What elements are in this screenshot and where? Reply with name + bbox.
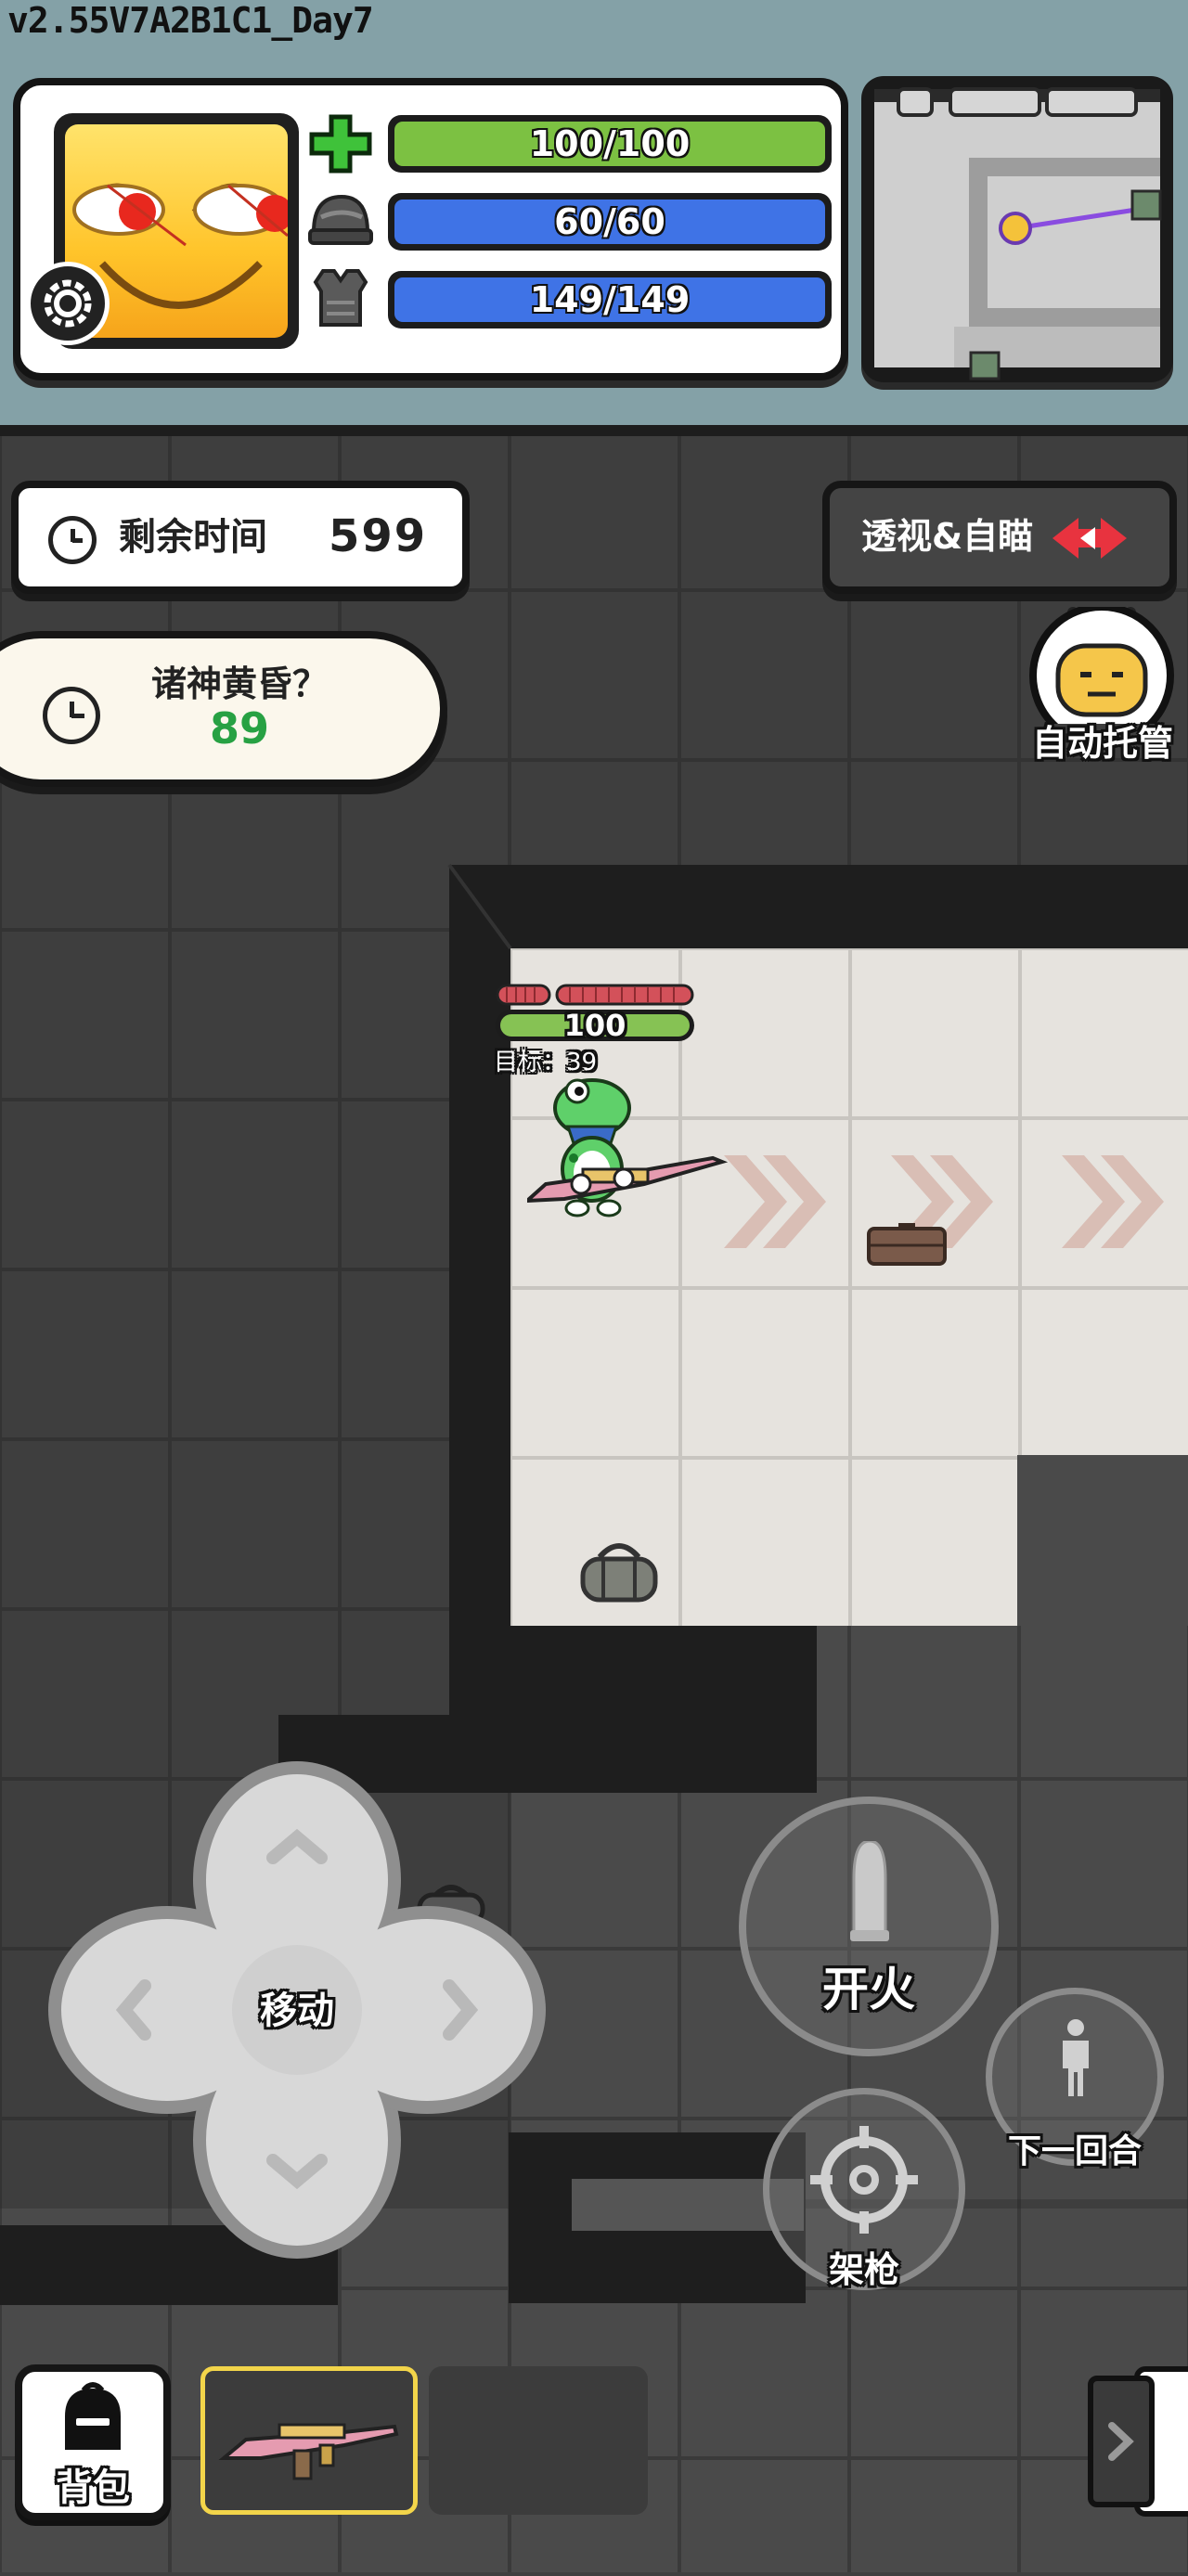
bullet-icon — [848, 1839, 891, 1943]
remaining-time-value: 599 — [329, 510, 428, 562]
next-turn-label: 下一回合 — [1007, 2132, 1142, 2170]
backpack-label: 背包 — [56, 2467, 130, 2509]
aim-label: 架枪 — [828, 2249, 899, 2290]
duffel-bag-loot[interactable] — [579, 1539, 659, 1604]
hud-divider — [0, 425, 1188, 436]
player-health-bar: 100 — [496, 1008, 694, 1043]
minimap[interactable] — [861, 76, 1173, 382]
event-panel: 诸神黄昏？ 89 — [0, 631, 447, 787]
assault-rifle-icon — [218, 2423, 399, 2480]
helmet-bar: 60/60 — [388, 193, 832, 251]
expand-arrow-button[interactable] — [1088, 2376, 1155, 2507]
armor-bar: 149/149 — [388, 271, 832, 328]
settings-gear-icon[interactable] — [26, 262, 110, 345]
remaining-time-panel: 剩余时间 599 — [11, 481, 470, 594]
fire-label: 开火 — [822, 1963, 915, 2016]
crosshair-icon — [807, 2122, 922, 2237]
fire-button[interactable]: 开火 — [739, 1797, 999, 2056]
helmet-value: 60/60 — [554, 201, 665, 242]
plus-icon — [308, 113, 373, 174]
backpack-icon — [56, 2379, 130, 2454]
event-value: 89 — [209, 703, 269, 753]
status-panel: 100/100 60/60 149/149 — [13, 78, 848, 380]
robot-icon — [1027, 603, 1177, 748]
red-arrow-icon — [1052, 512, 1129, 564]
event-title: 诸神黄昏？ — [150, 663, 328, 704]
clock-icon — [43, 687, 100, 744]
armor-vest-icon — [308, 267, 373, 328]
weapon-slot-2[interactable] — [429, 2366, 648, 2515]
frog-soldier-sprite — [527, 1078, 729, 1217]
next-turn-button[interactable]: 下一回合 — [986, 1988, 1164, 2170]
health-value: 100/100 — [529, 123, 691, 164]
move-label: 移动 — [260, 1990, 334, 2032]
remaining-time-label: 剩余时间 — [119, 516, 267, 559]
person-icon — [1057, 2018, 1094, 2096]
helmet-icon — [308, 189, 373, 251]
auto-play-label: 自动托管 — [1031, 723, 1173, 764]
player-health-value: 100 — [563, 1008, 626, 1043]
clock-icon — [48, 516, 97, 564]
movement-dpad[interactable]: 移动 — [46, 1759, 548, 2260]
aim-button[interactable]: 架枪 — [763, 2088, 965, 2290]
chevron-right-icon — [1108, 2422, 1134, 2461]
weapon-slot-1[interactable] — [200, 2366, 418, 2515]
status-hud: v2.55V7A2B1C1_Day7 100/100 60/60 149/149 — [0, 0, 1188, 429]
version-label: v2.55V7A2B1C1_Day7 — [7, 0, 374, 41]
armor-value: 149/149 — [529, 279, 691, 320]
player-character[interactable]: 100 目标：39 — [490, 984, 731, 1262]
backpack-button[interactable]: 背包 — [15, 2364, 171, 2520]
xray-aimbot-button[interactable]: 透视&自瞄 — [822, 481, 1177, 594]
health-bar: 100/100 — [388, 115, 832, 173]
xray-aimbot-label: 透视&自瞄 — [861, 516, 1034, 557]
player-ammo-bar — [496, 984, 694, 1006]
suitcase-loot[interactable] — [867, 1223, 947, 1266]
auto-play-button[interactable]: 自动托管 — [1021, 603, 1184, 766]
